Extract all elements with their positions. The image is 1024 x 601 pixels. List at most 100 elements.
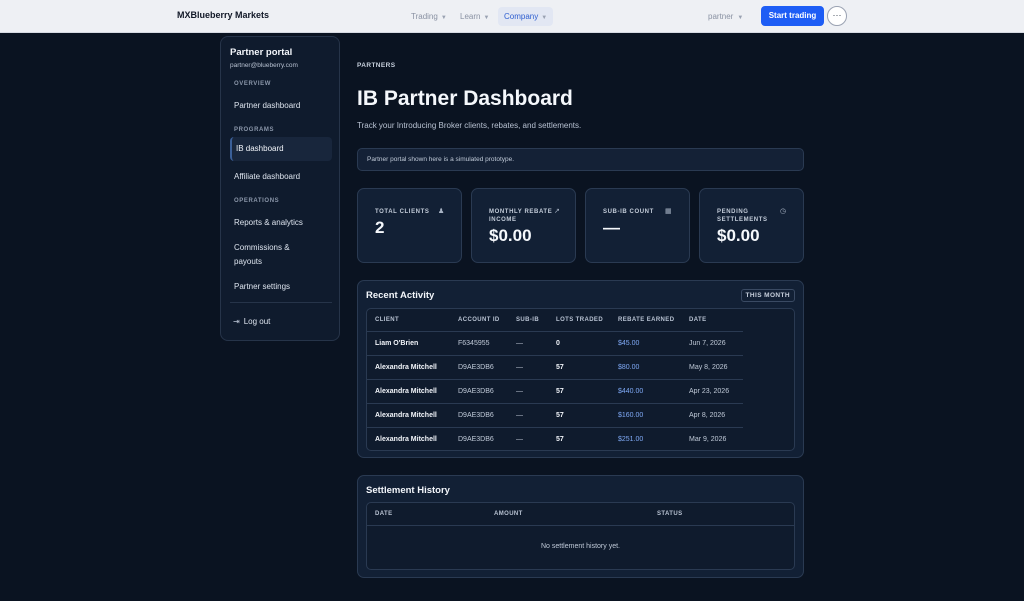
chevron-down-icon: ▼ — [541, 15, 548, 21]
cell-subib: — — [516, 412, 523, 419]
cell-lots: 57 — [556, 412, 564, 419]
cell-account: D9AE3DB6 — [458, 364, 494, 371]
start-trading-button[interactable]: Start trading — [761, 6, 824, 26]
recent-activity-panel: Recent Activity THIS MONTH CLIENT ACCOUN… — [357, 280, 804, 458]
section-operations: OPERATIONS — [234, 198, 280, 204]
header-divider — [367, 525, 794, 526]
activity-table: CLIENT ACCOUNT ID SUB-IB LOTS TRADED REB… — [366, 308, 795, 451]
cell-lots: 0 — [556, 340, 560, 347]
cell-client: Alexandra Mitchell — [375, 412, 437, 419]
col-header: DATE — [375, 511, 393, 517]
stat-value: $0.00 — [717, 226, 760, 245]
more-options-button[interactable]: ··· — [827, 6, 847, 26]
cell-lots: 57 — [556, 364, 564, 371]
prototype-notice: Partner portal shown here is a simulated… — [357, 148, 804, 171]
cell-date: Apr 23, 2026 — [689, 388, 730, 395]
col-header: STATUS — [657, 511, 683, 517]
settlement-table: DATE AMOUNT STATUS No settlement history… — [366, 502, 795, 570]
section-programs: PROGRAMS — [234, 127, 275, 133]
table-row[interactable]: Alexandra Mitchell D9AE3DB6 — 57 $251.00… — [367, 428, 743, 450]
cell-account: D9AE3DB6 — [458, 388, 494, 395]
cell-date: May 8, 2026 — [689, 364, 728, 371]
brand-logo[interactable]: MXBlueberry Markets — [177, 10, 269, 20]
sidebar: Partner portal partner@blueberry.com OVE… — [220, 36, 340, 341]
cell-account: D9AE3DB6 — [458, 412, 494, 419]
stat-card-monthly-rebate: MONTHLY REBATE INCOME ↗ $0.00 — [471, 188, 576, 263]
table-row[interactable]: Alexandra Mitchell D9AE3DB6 — 57 $80.00 … — [367, 356, 743, 380]
col-header: DATE — [689, 317, 707, 323]
sidebar-title: Partner portal — [230, 47, 293, 58]
section-overview: OVERVIEW — [234, 81, 272, 87]
table-row[interactable]: Liam O'Brien F6345955 — 0 $45.00 Jun 7, … — [367, 332, 743, 356]
stat-label: MONTHLY REBATE INCOME — [489, 209, 553, 223]
logout-icon: ⇥ — [233, 317, 240, 326]
cell-account: D9AE3DB6 — [458, 436, 494, 443]
chevron-down-icon: ▼ — [440, 15, 447, 21]
cell-account: F6345955 — [458, 340, 490, 347]
panel-title: Recent Activity — [366, 290, 435, 301]
users-icon: ♟ — [438, 208, 445, 215]
col-header: ACCOUNT ID — [458, 317, 500, 323]
cell-rebate: $440.00 — [618, 388, 644, 395]
cell-client: Alexandra Mitchell — [375, 436, 437, 443]
sidebar-item-affiliate-dashboard[interactable]: Affiliate dashboard — [230, 165, 332, 189]
sidebar-item-ib-dashboard[interactable]: IB dashboard — [230, 137, 332, 161]
cell-date: Jun 7, 2026 — [689, 340, 726, 347]
stat-card-pending-settlements: PENDING SETTLEMENTS ◷ $0.00 — [699, 188, 804, 263]
nav-company[interactable]: Company ▼ — [498, 7, 554, 26]
period-badge[interactable]: THIS MONTH — [740, 289, 795, 302]
top-nav: MXBlueberry Markets Trading ▼ Learn ▼ Comp… — [0, 0, 1024, 33]
sidebar-divider — [230, 302, 332, 303]
panel-title: Settlement History — [366, 485, 450, 496]
clock-icon: ◷ — [780, 208, 787, 215]
stat-value: $0.00 — [489, 226, 532, 245]
table-row[interactable]: Alexandra Mitchell D9AE3DB6 — 57 $160.00… — [367, 404, 743, 428]
cell-rebate: $251.00 — [618, 436, 644, 443]
col-header: AMOUNT — [494, 511, 523, 517]
stat-card-sub-ib-count: SUB-IB COUNT ▦ — — [585, 188, 690, 263]
stat-label: PENDING SETTLEMENTS — [717, 209, 768, 223]
cell-rebate: $80.00 — [618, 364, 640, 371]
cell-rebate: $160.00 — [618, 412, 644, 419]
nav-company-label: Company — [504, 12, 539, 21]
logout-label: Log out — [243, 317, 271, 326]
stat-value: 2 — [375, 218, 385, 237]
settlement-history-panel: Settlement History DATE AMOUNT STATUS No… — [357, 475, 804, 578]
col-header: SUB-IB — [516, 317, 540, 323]
cell-subib: — — [516, 436, 523, 443]
cell-rebate: $45.00 — [618, 340, 640, 347]
sidebar-item-partner-dashboard[interactable]: Partner dashboard — [230, 94, 332, 118]
partner-menu-label: partner — [708, 12, 734, 21]
cell-lots: 57 — [556, 436, 564, 443]
page-title: IB Partner Dashboard — [357, 87, 573, 110]
nav-trading[interactable]: Trading ▼ — [405, 7, 453, 26]
cell-date: Mar 9, 2026 — [689, 436, 727, 443]
col-header: LOTS TRADED — [556, 317, 604, 323]
sidebar-item-reports[interactable]: Reports & analytics — [230, 211, 332, 235]
table-row[interactable]: Alexandra Mitchell D9AE3DB6 — 57 $440.00… — [367, 380, 743, 404]
cell-subib: — — [516, 388, 523, 395]
cell-subib: — — [516, 364, 523, 371]
stat-value: — — [603, 218, 620, 237]
nav-learn[interactable]: Learn ▼ — [454, 7, 495, 26]
logout-button[interactable]: ⇥ Log out — [233, 317, 270, 326]
chevron-down-icon: ▼ — [737, 15, 744, 21]
cell-lots: 57 — [556, 388, 564, 395]
page-subtitle: Track your Introducing Broker clients, r… — [357, 121, 582, 130]
stat-label: SUB-IB COUNT — [603, 209, 654, 215]
cell-date: Apr 8, 2026 — [689, 412, 726, 419]
partner-menu[interactable]: partner ▼ — [708, 7, 743, 26]
cell-subib: — — [516, 340, 523, 347]
stat-card-total-clients: TOTAL CLIENTS ♟ 2 — [357, 188, 462, 263]
col-header: CLIENT — [375, 317, 400, 323]
stat-label: TOTAL CLIENTS — [375, 209, 430, 215]
sidebar-email: partner@blueberry.com — [230, 62, 298, 69]
cell-client: Alexandra Mitchell — [375, 388, 437, 395]
col-header: REBATE EARNED — [618, 317, 675, 323]
breadcrumb: PARTNERS — [357, 62, 396, 69]
empty-state: No settlement history yet. — [541, 543, 620, 550]
sidebar-item-commissions[interactable]: Commissions & payouts — [230, 236, 310, 274]
cell-client: Alexandra Mitchell — [375, 364, 437, 371]
nav-learn-label: Learn — [460, 12, 481, 21]
sidebar-item-settings[interactable]: Partner settings — [230, 275, 332, 299]
